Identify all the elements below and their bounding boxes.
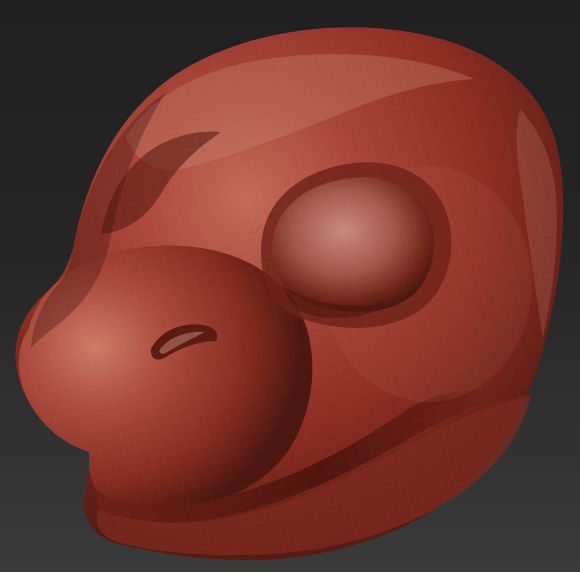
sculpt-viewport[interactable] — [0, 0, 580, 572]
sculpt-canvas[interactable] — [0, 0, 580, 572]
creature-head-model — [15, 27, 564, 561]
polygon-mesh-overlay — [15, 27, 564, 561]
